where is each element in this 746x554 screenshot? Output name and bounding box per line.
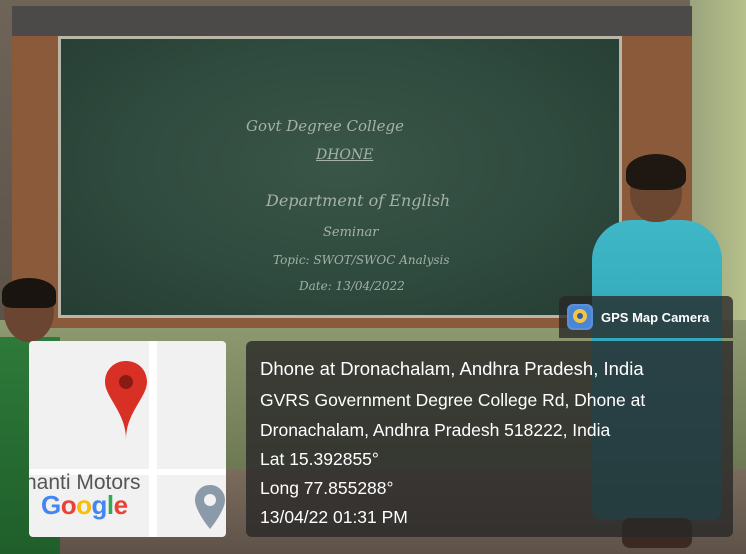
app-name: GPS Map Camera <box>601 310 710 325</box>
address-line-1: GVRS Government Degree College Rd, Dhone… <box>260 390 646 410</box>
location-info-panel: Dhone at Dronachalam, Andhra Pradesh, In… <box>246 341 733 537</box>
map-thumbnail: hanti Motors Google <box>29 341 226 537</box>
chalk-line-4: Seminar <box>323 225 379 240</box>
chalk-line-6: Date: 13/04/2022 <box>299 279 405 293</box>
map-road <box>149 341 157 537</box>
latitude: Lat 15.392855° <box>260 449 379 469</box>
address-line-2: Dronachalam, Andhra Pradesh 518222, Indi… <box>260 420 611 440</box>
map-pin-icon <box>105 361 147 439</box>
location-marker-icon <box>195 485 225 529</box>
chalk-line-1: Govt Degree College <box>246 117 404 135</box>
chalkboard: Govt Degree College DHONE Department of … <box>58 36 622 318</box>
location-title: Dhone at Dronachalam, Andhra Pradesh, In… <box>260 358 644 379</box>
timestamp: 13/04/22 01:31 PM <box>260 507 408 527</box>
longitude: Long 77.855288° <box>260 478 394 498</box>
board-top-strip <box>12 6 692 36</box>
gps-map-camera-icon <box>567 304 593 330</box>
chalk-line-5: Topic: SWOT/SWOC Analysis <box>273 253 450 267</box>
app-badge: GPS Map Camera <box>559 296 733 338</box>
google-logo: Google <box>41 490 128 520</box>
chalk-line-3: Department of English <box>266 191 451 210</box>
chalk-line-2: DHONE <box>316 147 374 163</box>
